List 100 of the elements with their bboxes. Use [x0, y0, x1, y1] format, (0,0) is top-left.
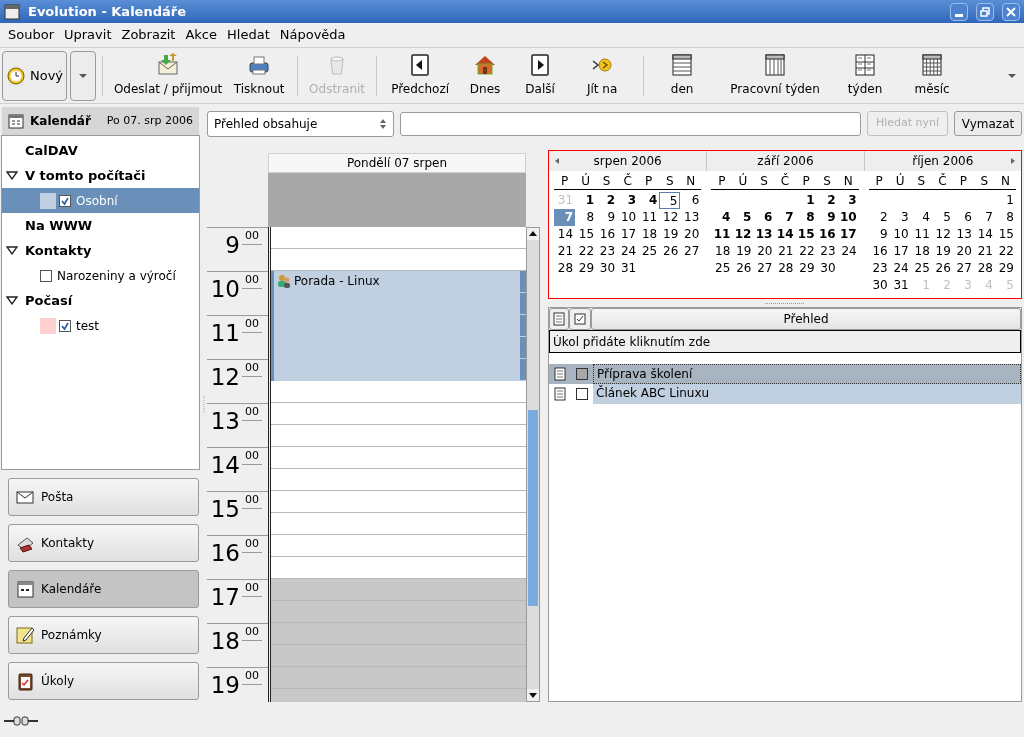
scrollbar[interactable]	[526, 227, 540, 702]
calendar-day[interactable]: 15	[575, 226, 597, 243]
menu-item[interactable]: Akce	[181, 25, 222, 45]
calendar-day[interactable]: 26	[732, 260, 754, 277]
calendar-day[interactable]: 1	[795, 192, 817, 209]
calendar-day[interactable]: 25	[638, 243, 660, 260]
calendar-day[interactable]: 7	[973, 209, 995, 226]
calendar-day[interactable]: 30	[868, 277, 890, 294]
time-slot[interactable]	[271, 403, 526, 425]
calendar-day[interactable]: 10	[837, 209, 859, 226]
close-button[interactable]	[1002, 2, 1020, 21]
calendar-day[interactable]: 12	[659, 209, 681, 226]
calendar-day[interactable]: 22	[795, 243, 817, 260]
search-field[interactable]	[400, 111, 861, 136]
calendar-day[interactable]: 20	[952, 243, 974, 260]
calendar-day[interactable]: 6	[680, 192, 702, 209]
calendar-event[interactable]: Porada - Linux	[271, 271, 526, 381]
calendar-day[interactable]: 18	[711, 243, 733, 260]
calendar-day[interactable]: 27	[952, 260, 974, 277]
toolbar-button[interactable]: Odeslat / přijmout	[109, 49, 228, 102]
calendar-day[interactable]: 28	[554, 260, 576, 277]
calendar-day[interactable]: 28	[774, 260, 796, 277]
calendar-day[interactable]: 18	[910, 243, 932, 260]
calendar-day[interactable]: 23	[596, 243, 618, 260]
calendar-day[interactable]: 14	[973, 226, 995, 243]
calendar-day[interactable]: 17	[617, 226, 639, 243]
calendar-day[interactable]: 9	[596, 209, 618, 226]
calendar-day[interactable]: 13	[680, 209, 702, 226]
group-label[interactable]: Na WWW	[25, 215, 93, 236]
calendar-day[interactable]: 11	[638, 209, 660, 226]
column-header[interactable]	[549, 308, 569, 330]
calendar-day[interactable]: 31	[889, 277, 911, 294]
calendar-day[interactable]: 13	[952, 226, 974, 243]
time-slot[interactable]	[271, 227, 526, 249]
calendar-day[interactable]: 30	[596, 260, 618, 277]
calendar-day[interactable]: 1	[994, 192, 1016, 209]
calendar-day[interactable]: 13	[753, 226, 775, 243]
calendar-day[interactable]: 6	[952, 209, 974, 226]
group-label[interactable]: V tomto počítači	[25, 165, 146, 186]
toolbar-button[interactable]: měsíc	[894, 49, 971, 102]
calendar-day[interactable]: 26	[931, 260, 953, 277]
toolbar-button[interactable]: Další	[513, 49, 568, 102]
toolbar-button[interactable]: Dnes	[457, 49, 514, 102]
menu-item[interactable]: Hledat	[223, 25, 274, 45]
group-label[interactable]: CalDAV	[25, 140, 78, 161]
toolbar-button[interactable]: den	[650, 49, 715, 102]
calendar-day[interactable]: 21	[774, 243, 796, 260]
new-button[interactable]: Nový	[2, 50, 68, 101]
calendar-day[interactable]: 2	[868, 209, 890, 226]
calendar-day[interactable]: 9	[816, 209, 838, 226]
time-slot[interactable]	[271, 491, 526, 513]
calendar-day[interactable]: 19	[732, 243, 754, 260]
calendar-day[interactable]: 23	[868, 260, 890, 277]
calendar-day[interactable]: 12	[732, 226, 754, 243]
checkbox[interactable]	[576, 388, 588, 400]
toolbar-button[interactable]: týden	[836, 49, 895, 102]
calendar-day[interactable]: 2	[596, 192, 618, 209]
time-slot[interactable]	[271, 601, 526, 623]
calendar-day[interactable]: 19	[931, 243, 953, 260]
calendar-day[interactable]: 3	[837, 192, 859, 209]
calendar-item[interactable]: Narozeniny a výročí	[2, 263, 199, 288]
maximize-button[interactable]	[976, 2, 994, 21]
switcher-button[interactable]: Pošta	[8, 478, 199, 516]
calendar-day[interactable]: 17	[837, 226, 859, 243]
time-slot[interactable]	[271, 579, 526, 601]
calendar-day[interactable]: 5	[659, 192, 681, 209]
calendar-day[interactable]: 24	[837, 243, 859, 260]
calendar-day[interactable]: 23	[816, 243, 838, 260]
calendar-day[interactable]: 29	[994, 260, 1016, 277]
checkbox[interactable]	[40, 269, 52, 282]
calendar-day[interactable]: 4	[638, 192, 660, 209]
time-slot[interactable]	[271, 623, 526, 645]
calendar-day[interactable]: 17	[889, 243, 911, 260]
calendar-day[interactable]: 6	[753, 209, 775, 226]
menu-item[interactable]: Upravit	[60, 25, 116, 45]
switcher-button[interactable]: Kalendáře	[8, 570, 199, 608]
checkbox[interactable]	[59, 194, 71, 207]
calendar-day[interactable]: 8	[575, 209, 597, 226]
time-slot[interactable]	[271, 249, 526, 271]
time-slot[interactable]	[271, 645, 526, 667]
calendar-day[interactable]: 16	[816, 226, 838, 243]
calendar-day[interactable]: 7	[774, 209, 796, 226]
time-slot[interactable]	[271, 381, 526, 403]
calendar-day[interactable]: 11	[711, 226, 733, 243]
group-label[interactable]: Kontakty	[25, 240, 92, 261]
calendar-day[interactable]: 16	[596, 226, 618, 243]
column-header[interactable]: Přehled	[591, 308, 1021, 330]
calendar-day[interactable]: 8	[994, 209, 1016, 226]
group-label[interactable]: Počasí	[25, 290, 73, 311]
scope-dropdown[interactable]: Přehled obsahuje	[207, 110, 394, 137]
calendar-day[interactable]: 10	[889, 226, 911, 243]
toolbar-button[interactable]: Jít na	[567, 49, 638, 102]
task-row[interactable]: Článek ABC Linuxu	[549, 384, 1021, 404]
calendar-day[interactable]: 25	[711, 260, 733, 277]
clear-button[interactable]: Vymazat	[954, 111, 1022, 136]
calendar-day[interactable]: 31	[617, 260, 639, 277]
time-slot[interactable]	[271, 557, 526, 579]
calendar-day[interactable]: 19	[659, 226, 681, 243]
calendar-day[interactable]: 30	[816, 260, 838, 277]
calendar-day[interactable]: 24	[617, 243, 639, 260]
